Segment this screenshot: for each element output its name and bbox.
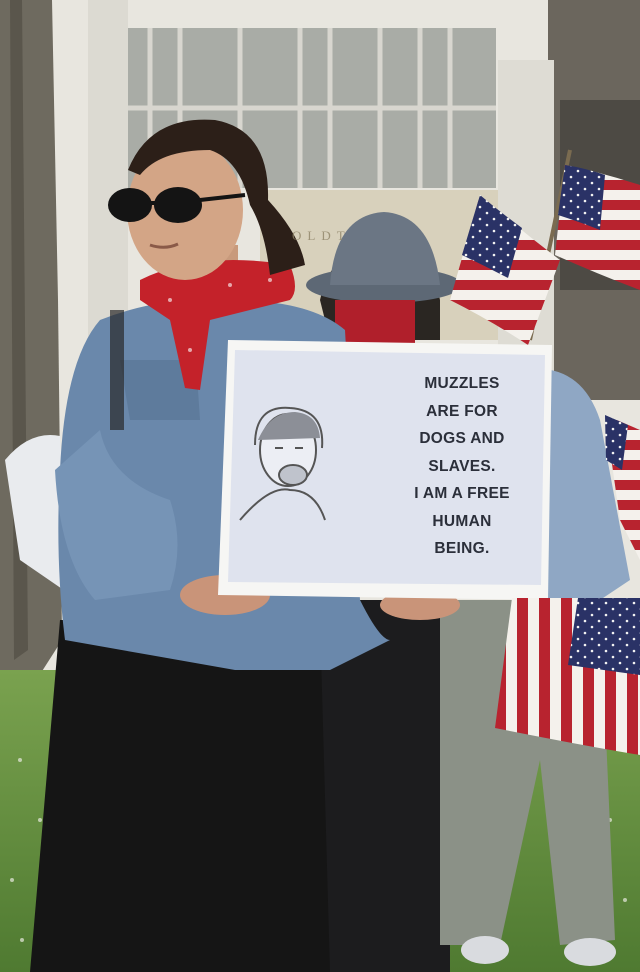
sign-text: MUZZLES ARE FOR DOGS AND SLAVES. I AM A … xyxy=(380,370,544,563)
sign-line: ARE FOR xyxy=(426,402,498,420)
sign-line: BEING. xyxy=(434,540,490,557)
black-skirt xyxy=(30,620,330,972)
sign-line: DOGS AND xyxy=(419,430,505,447)
sign-line: HUMAN xyxy=(432,512,492,530)
sign-line: MUZZLES xyxy=(424,375,500,392)
photo-illustration xyxy=(0,0,640,972)
tree-trunk xyxy=(0,0,62,690)
building-lettering: OLDT xyxy=(292,228,351,243)
flag-bottom-right xyxy=(495,598,640,755)
protest-photo: OLDT MUZZLES ARE FOR DOGS AND SLAVES. I … xyxy=(0,0,640,972)
sign-line: SLAVES. xyxy=(428,457,496,475)
sign-line: I AM A FREE xyxy=(414,485,510,502)
